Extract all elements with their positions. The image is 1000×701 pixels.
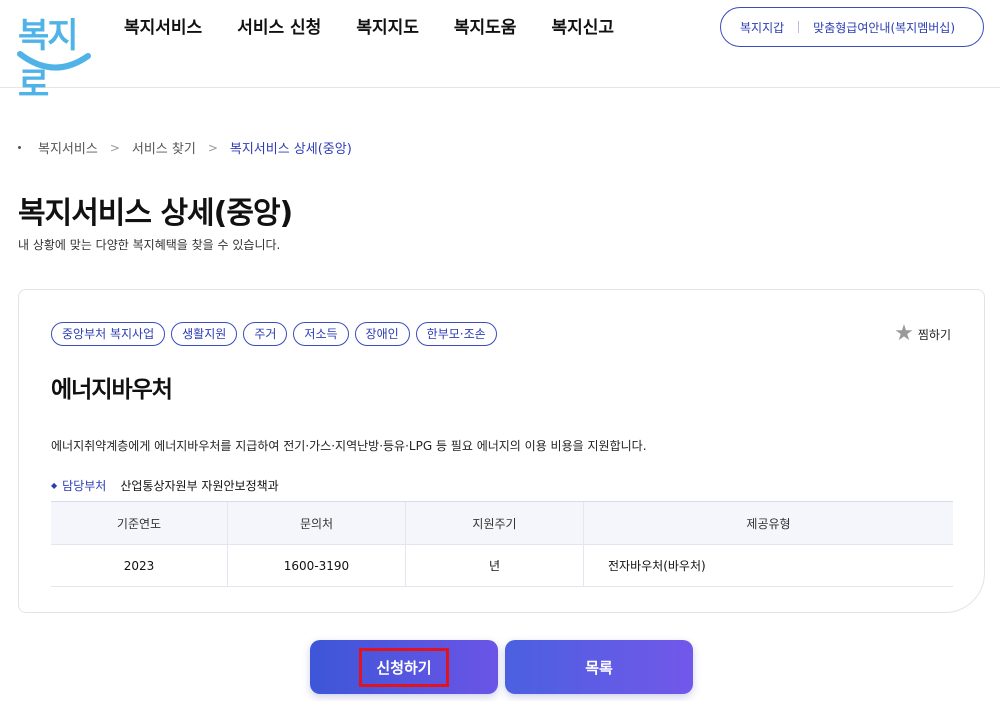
- department-row: ◆ 담당부처 산업통상자원부 자원안보정책과: [51, 477, 279, 494]
- nav-service-apply[interactable]: 서비스 신청: [237, 16, 321, 40]
- tag-single-parent[interactable]: 한부모·조손: [415, 322, 497, 346]
- tag-living-support[interactable]: 생활지원: [171, 322, 238, 346]
- breadcrumb-bullet: [18, 146, 21, 149]
- list-button-label: 목록: [585, 658, 613, 677]
- department-label: 담당부처: [62, 479, 107, 493]
- favorite-button[interactable]: ★ 찜하기: [894, 323, 951, 345]
- util-divider: [798, 21, 800, 33]
- diamond-bullet-icon: ◆: [51, 481, 58, 490]
- site-header: 복지로 복지서비스 서비스 신청 복지지도 복지도움 복지신고 복지지갑 맞춤형…: [0, 0, 1000, 105]
- tag-housing[interactable]: 주거: [243, 322, 288, 346]
- tag-disabled[interactable]: 장애인: [354, 322, 410, 346]
- logo-smile-icon: [17, 51, 91, 71]
- chevron-right-icon: >: [109, 140, 120, 155]
- nav-welfare-help[interactable]: 복지도움: [454, 16, 517, 40]
- favorite-label: 찜하기: [917, 327, 951, 342]
- tag-list: 중앙부처 복지사업 생활지원 주거 저소득 장애인 한부모·조손: [51, 322, 497, 346]
- col-support-cycle: 지원주기: [405, 501, 584, 545]
- welfare-wallet-link[interactable]: 복지지갑: [721, 19, 784, 36]
- custom-benefit-link[interactable]: 맞춤형급여안내(복지멤버십): [813, 19, 955, 36]
- star-icon: ★: [894, 321, 914, 346]
- nav-welfare-service[interactable]: 복지서비스: [124, 16, 202, 40]
- util-links: 복지지갑 맞춤형급여안내(복지멤버십): [720, 7, 984, 47]
- service-description: 에너지취약계층에게 에너지바우처를 지급하여 전기·가스·지역난방·등유·LPG…: [51, 439, 647, 453]
- chevron-right-icon: >: [207, 140, 218, 155]
- cell-contact: 1600-3190: [227, 544, 406, 587]
- col-provision-type: 제공유형: [583, 501, 953, 545]
- service-title: 에너지바우처: [51, 377, 173, 403]
- breadcrumb: 복지서비스 > 서비스 찾기 > 복지서비스 상세(중앙): [18, 138, 352, 157]
- breadcrumb-item-service-find[interactable]: 서비스 찾기: [132, 138, 196, 157]
- service-info-table: 기준연도 문의처 지원주기 제공유형 2023 1600-3190 년 전자바우…: [51, 501, 953, 587]
- nav-welfare-report[interactable]: 복지신고: [551, 16, 614, 40]
- table-header-row: 기준연도 문의처 지원주기 제공유형: [51, 501, 953, 545]
- tag-low-income[interactable]: 저소득: [293, 322, 349, 346]
- nav-welfare-map[interactable]: 복지지도: [356, 16, 419, 40]
- cell-provision-type: 전자바우처(바우처): [583, 544, 953, 587]
- department-value: 산업통상자원부 자원안보정책과: [120, 479, 279, 493]
- page-title: 복지서비스 상세(중앙): [18, 196, 293, 231]
- apply-button[interactable]: 신청하기: [310, 640, 498, 694]
- service-card: 중앙부처 복지사업 생활지원 주거 저소득 장애인 한부모·조손 ★ 찜하기 에…: [18, 289, 985, 613]
- logo[interactable]: 복지로: [16, 8, 92, 105]
- cell-support-cycle: 년: [405, 544, 584, 587]
- cell-base-year: 2023: [51, 544, 228, 587]
- main-nav: 복지서비스 서비스 신청 복지지도 복지도움 복지신고: [124, 16, 649, 40]
- tag-central-ministry[interactable]: 중앙부처 복지사업: [51, 322, 166, 346]
- list-button[interactable]: 목록: [505, 640, 693, 694]
- col-base-year: 기준연도: [51, 501, 228, 545]
- breadcrumb-item-current: 복지서비스 상세(중앙): [229, 142, 352, 157]
- apply-button-label: 신청하기: [359, 647, 449, 687]
- table-row: 2023 1600-3190 년 전자바우처(바우처): [51, 544, 953, 587]
- breadcrumb-item-welfare-service[interactable]: 복지서비스: [38, 138, 98, 157]
- col-contact: 문의처: [227, 501, 406, 545]
- page-subtitle: 내 상황에 맞는 다양한 복지혜택을 찾을 수 있습니다.: [18, 238, 281, 252]
